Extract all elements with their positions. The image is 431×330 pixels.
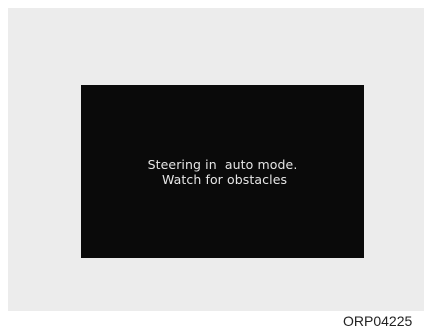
display-message: Steering in auto mode. Watch for obstacl…: [81, 157, 364, 187]
figure-code: ORP04225: [343, 313, 413, 329]
cluster-display: Steering in auto mode. Watch for obstacl…: [81, 85, 364, 258]
message-line-2: Watch for obstacles: [157, 172, 288, 187]
message-line-1: Steering in auto mode.: [147, 157, 298, 172]
illustration-background: Steering in auto mode. Watch for obstacl…: [8, 8, 424, 311]
